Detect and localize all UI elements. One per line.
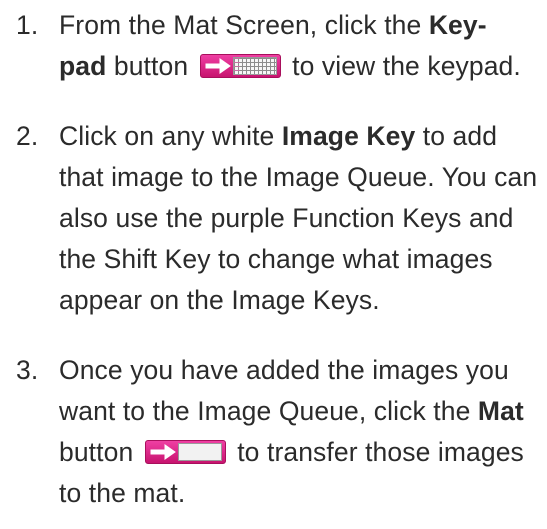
step-number: 3. xyxy=(16,355,39,385)
step-text-after: to view the keypad. xyxy=(284,51,521,81)
keypad-grid-icon xyxy=(232,57,277,75)
step-3: 3. Once you have added the images you wa… xyxy=(0,350,547,514)
right-arrow-icon xyxy=(205,58,231,74)
step-text-before: From the Mat Screen, click the xyxy=(59,10,429,40)
keypad-button-icon xyxy=(199,54,281,78)
step-number: 1. xyxy=(16,10,39,40)
instruction-list: 1. From the Mat Screen, click the Key-pa… xyxy=(0,0,547,514)
step-2: 2. Click on any white Image Key to add t… xyxy=(0,116,547,321)
step-text-before: Click on any white xyxy=(59,121,282,151)
step-bold-term: Image Key xyxy=(281,121,416,151)
step-text-middle: button xyxy=(59,437,134,467)
step-1: 1. From the Mat Screen, click the Key-pa… xyxy=(0,5,547,87)
step-text-before: Once you have added the images you want … xyxy=(59,355,509,426)
step-number: 2. xyxy=(16,121,39,151)
mat-panel-icon xyxy=(177,443,222,461)
step-bold-term: Mat xyxy=(477,396,524,426)
step-text-middle: button xyxy=(106,51,189,81)
mat-button-icon xyxy=(144,440,226,464)
right-arrow-icon xyxy=(150,444,176,460)
